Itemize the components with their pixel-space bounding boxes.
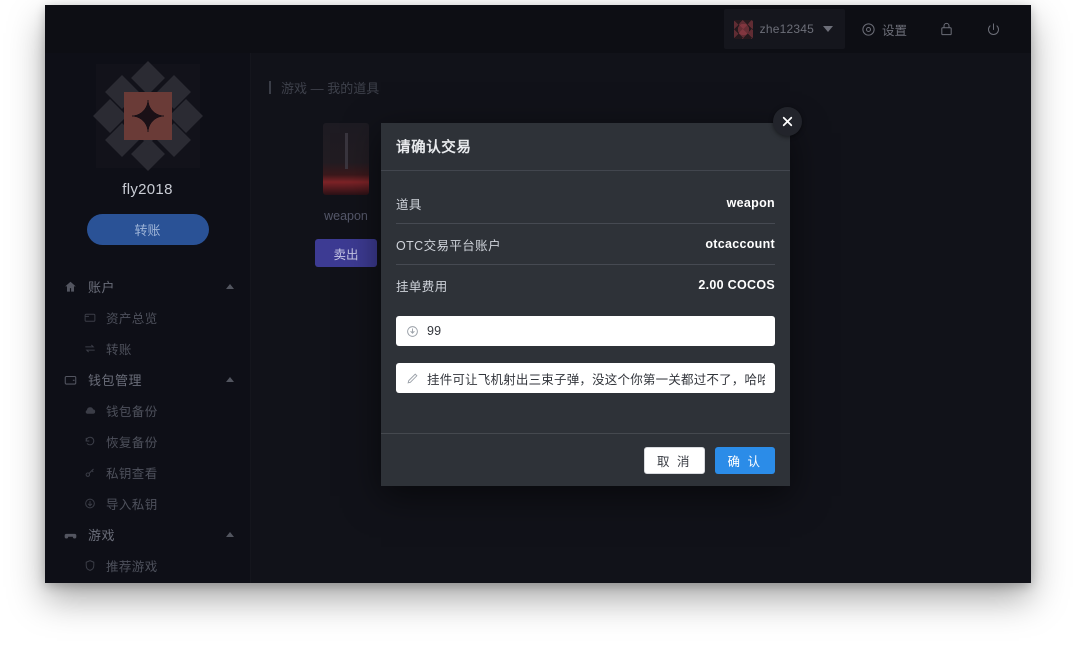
breadcrumb: 游戏 — 我的道具: [251, 53, 1031, 97]
screenshot-stage: zhe12345 设置 fly2018 转账 账户 资产总览 转账 钱包管理 钱…: [0, 0, 1080, 647]
cloud-backup-icon: [85, 407, 96, 414]
sidebar-group-label: 账户: [88, 280, 116, 295]
cancel-button[interactable]: 取 消: [644, 446, 705, 474]
power-button[interactable]: [970, 5, 1017, 53]
sidebar-group-wallet[interactable]: 钱包管理: [45, 364, 250, 395]
detail-key: OTC交易平台账户: [396, 238, 501, 253]
sell-button[interactable]: 卖出: [315, 239, 377, 267]
lock-icon: [941, 22, 952, 36]
confirm-transaction-modal: 请确认交易 道具 weapon OTC交易平台账户 otcaccount 挂单费…: [381, 123, 790, 486]
restore-icon: [85, 436, 95, 446]
user-menu-button[interactable]: zhe12345: [723, 9, 845, 49]
pencil-icon: [407, 373, 418, 383]
transfer-button[interactable]: 转账: [86, 214, 209, 245]
header-actions: zhe12345 设置: [723, 5, 1017, 53]
detail-key: 挂单费用: [396, 279, 448, 294]
sidebar-group-label: 钱包管理: [88, 373, 143, 388]
sidebar-item-wallet-backup[interactable]: 钱包备份: [45, 395, 250, 426]
sidebar-item-private-key-view[interactable]: 私钥查看: [45, 457, 250, 488]
sidebar: fly2018 转账 账户 资产总览 转账 钱包管理 钱包备份 恢复备份 私钥查…: [45, 53, 251, 583]
modal-header: 请确认交易: [381, 123, 790, 171]
wallet-icon: [64, 375, 77, 385]
sidebar-group-label: 游戏: [88, 528, 116, 543]
modal-body-spacer: [396, 393, 775, 415]
confirm-button[interactable]: 确 认: [714, 446, 775, 474]
brand-username: fly2018: [122, 181, 173, 198]
identicon-avatar-icon: [92, 61, 203, 171]
breadcrumb-text: 游戏 — 我的道具: [281, 81, 380, 96]
price-input[interactable]: 99: [396, 316, 775, 346]
detail-row-otc-account: OTC交易平台账户 otcaccount: [396, 224, 775, 265]
sidebar-group-account[interactable]: 账户: [45, 271, 250, 302]
detail-row-listing-fee: 挂单费用 2.00 COCOS: [396, 265, 775, 305]
detail-value: otcaccount: [705, 237, 775, 251]
chevron-up-icon: [226, 532, 234, 537]
sidebar-item-label: 推荐游戏: [106, 560, 158, 574]
app-window: zhe12345 设置 fly2018 转账 账户 资产总览 转账 钱包管理 钱…: [45, 5, 1031, 583]
coin-icon: [407, 325, 418, 337]
sidebar-item-transfer[interactable]: 转账: [45, 333, 250, 364]
home-icon: [65, 281, 76, 292]
close-icon: [782, 116, 793, 127]
sidebar-nav: 账户 资产总览 转账 钱包管理 钱包备份 恢复备份 私钥查看 导入私钥 游戏 推…: [45, 271, 250, 581]
app-header: zhe12345 设置: [45, 5, 1031, 54]
sidebar-group-games[interactable]: 游戏: [45, 519, 250, 550]
gear-icon: [862, 22, 875, 36]
power-icon: [988, 22, 999, 35]
sidebar-item-label: 转账: [106, 343, 132, 357]
detail-row-item: 道具 weapon: [396, 183, 775, 224]
sidebar-item-asset-overview[interactable]: 资产总览: [45, 302, 250, 333]
detail-key: 道具: [396, 197, 422, 212]
breadcrumb-bar-icon: [269, 81, 271, 94]
user-name-label: zhe12345: [759, 22, 814, 36]
chevron-up-icon: [226, 284, 234, 289]
memo-input-value: 挂件可让飞机射出三束子弹，没这个你第一关都过不了，哈哈: [427, 372, 765, 387]
sidebar-item-label: 导入私钥: [106, 498, 158, 512]
modal-title: 请确认交易: [396, 140, 472, 156]
shield-icon: [85, 560, 95, 571]
weapon-image: [323, 123, 369, 195]
price-input-value: 99: [427, 324, 442, 338]
import-icon: [85, 498, 95, 509]
sidebar-item-label: 恢复备份: [106, 436, 158, 450]
sidebar-brand: fly2018 转账: [45, 53, 250, 245]
transfer-icon: [85, 344, 95, 353]
modal-body: 道具 weapon OTC交易平台账户 otcaccount 挂单费用 2.00…: [381, 171, 790, 433]
gamepad-icon: [64, 533, 77, 538]
modal-footer: 取 消 确 认: [381, 433, 790, 486]
chevron-up-icon: [226, 377, 234, 382]
settings-label: 设置: [881, 23, 907, 38]
sidebar-item-label: 私钥查看: [106, 467, 158, 481]
settings-button[interactable]: 设置: [845, 5, 923, 53]
close-button[interactable]: [773, 107, 802, 136]
wallet-overview-icon: [84, 313, 96, 322]
memo-input[interactable]: 挂件可让飞机射出三束子弹，没这个你第一关都过不了，哈哈: [396, 363, 775, 393]
detail-value: weapon: [726, 196, 775, 210]
sidebar-item-restore-backup[interactable]: 恢复备份: [45, 426, 250, 457]
chevron-down-icon: [822, 26, 833, 32]
detail-value: 2.00 COCOS: [698, 278, 775, 292]
sidebar-item-label: 钱包备份: [106, 405, 158, 419]
sidebar-item-label: 资产总览: [106, 312, 158, 326]
identicon-avatar-icon: [733, 19, 753, 39]
key-icon: [85, 468, 94, 477]
sidebar-item-recommended-games[interactable]: 推荐游戏: [45, 550, 250, 581]
lock-button[interactable]: [923, 5, 970, 53]
sidebar-item-import-private-key[interactable]: 导入私钥: [45, 488, 250, 519]
